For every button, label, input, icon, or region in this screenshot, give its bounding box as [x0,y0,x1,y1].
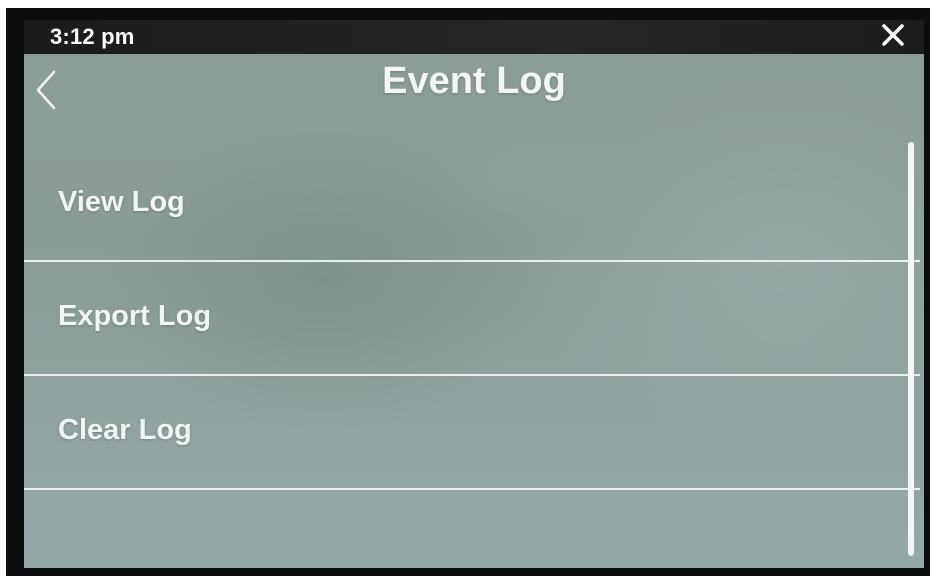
menu-item-export-log[interactable]: Export Log [24,262,920,374]
divider [24,488,920,490]
touch-screen: 3:12 pm Event Log View Log Export Log Cl… [24,20,924,568]
clock: 3:12 pm [50,24,135,49]
menu-item-view-log[interactable]: View Log [24,148,920,260]
menu-item-label: View Log [58,186,185,218]
menu-item-clear-log[interactable]: Clear Log [24,376,920,488]
status-bar: 3:12 pm [24,20,924,54]
close-button[interactable] [872,20,916,54]
menu-list: View Log Export Log Clear Log [24,146,920,490]
close-icon [882,24,904,46]
menu-item-label: Clear Log [58,414,192,446]
scrollbar-thumb[interactable] [908,142,914,556]
menu-item-label: Export Log [58,300,212,332]
page-title: Event Log [382,60,566,102]
page-header: Event Log [24,54,924,118]
scrollbar[interactable] [908,142,914,556]
